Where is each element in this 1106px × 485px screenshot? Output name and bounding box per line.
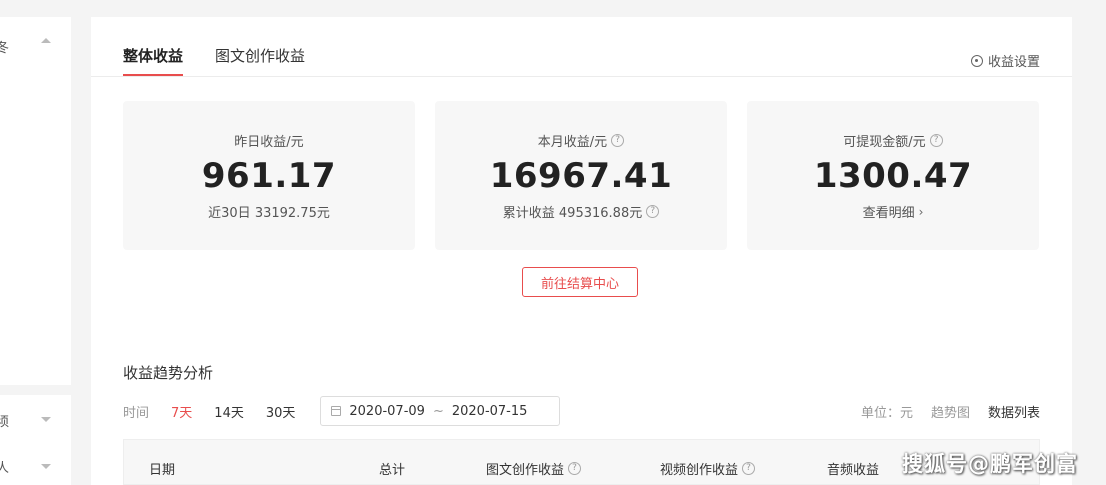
stat-label: 昨日收益/元 [234, 135, 304, 150]
date-separator: ~ [432, 403, 444, 419]
stat-card-yesterday: 昨日收益/元 961.17 近30日 33192.75元 [123, 101, 415, 250]
chevron-down-icon[interactable] [41, 464, 51, 469]
section-title: 收益趋势分析 [123, 364, 214, 382]
column-header-total: 总计 [379, 463, 406, 478]
stat-sub: 累计收益 495316.88元 [502, 206, 643, 221]
settings-icon [970, 54, 983, 67]
column-header-article: 图文创作收益 [486, 463, 565, 478]
stat-card-month: 本月收益/元 ? 16967.41 累计收益 495316.88元 ? [435, 101, 727, 250]
help-icon[interactable]: ? [611, 134, 625, 147]
chevron-up-icon[interactable] [41, 38, 51, 43]
sidebar-panel: 冬 [0, 17, 71, 385]
date-start: 2020-07-09 [349, 403, 425, 419]
unit-label: 单位：元 [860, 405, 913, 421]
sidebar-item-label[interactable]: 冬 [0, 37, 9, 56]
column-header-video: 视频创作收益 [660, 463, 739, 478]
date-end: 2020-07-15 [451, 403, 528, 419]
date-range-picker[interactable]: 2020-07-09 ~ 2020-07-15 [320, 396, 561, 426]
stat-value: 961.17 [201, 156, 337, 196]
view-details-label: 查看明细 [862, 206, 915, 221]
help-icon[interactable]: ? [929, 134, 943, 147]
help-icon[interactable]: ? [646, 205, 660, 218]
help-icon[interactable]: ? [742, 462, 756, 475]
column-header-audio: 音频收益 [827, 463, 880, 478]
stat-value: 1300.47 [813, 156, 973, 196]
watermark: 搜狐号@鹏军创富 [902, 452, 1078, 476]
tab-bar: 整体收益 图文创作收益 [123, 45, 305, 76]
view-data-list[interactable]: 数据列表 [988, 402, 1040, 421]
stat-value: 16967.41 [489, 156, 673, 196]
help-icon[interactable]: ? [568, 462, 582, 475]
sidebar-panel-bottom: 须 人 [0, 395, 71, 485]
calendar-icon [331, 406, 342, 416]
tab-divider [91, 76, 1072, 77]
time-label: 时间 [123, 405, 150, 421]
revenue-panel: 整体收益 图文创作收益 收益设置 昨日收益/元 961.17 近30日 3319… [91, 17, 1072, 485]
stat-label: 本月收益/元 [537, 135, 608, 150]
view-details-link[interactable]: 查看明细 › [747, 202, 1039, 222]
settings-label: 收益设置 [987, 55, 1040, 70]
sidebar-item-label[interactable]: 须 [0, 411, 9, 430]
range-7d[interactable]: 7天 [171, 402, 192, 421]
tab-article-revenue[interactable]: 图文创作收益 [215, 45, 305, 75]
revenue-settings-link[interactable]: 收益设置 [970, 51, 1040, 70]
stat-label: 可提现金额/元 [843, 135, 926, 150]
chevron-right-icon: › [918, 204, 924, 219]
sidebar-item-label[interactable]: 人 [0, 457, 9, 476]
filter-row: 时间 7天 14天 30天 2020-07-09 ~ 2020-07-15 单位… [123, 395, 1040, 427]
view-trend-chart[interactable]: 趋势图 [931, 402, 970, 421]
column-header-date: 日期 [149, 463, 176, 478]
stat-sub: 近30日 33192.75元 [208, 206, 330, 221]
go-settlement-button[interactable]: 前往结算中心 [522, 267, 638, 297]
range-30d[interactable]: 30天 [266, 402, 296, 421]
chevron-down-icon[interactable] [41, 417, 51, 422]
range-14d[interactable]: 14天 [214, 402, 244, 421]
tab-overall-revenue[interactable]: 整体收益 [123, 45, 184, 76]
stat-card-withdrawable: 可提现金额/元 ? 1300.47 查看明细 › [747, 101, 1039, 250]
